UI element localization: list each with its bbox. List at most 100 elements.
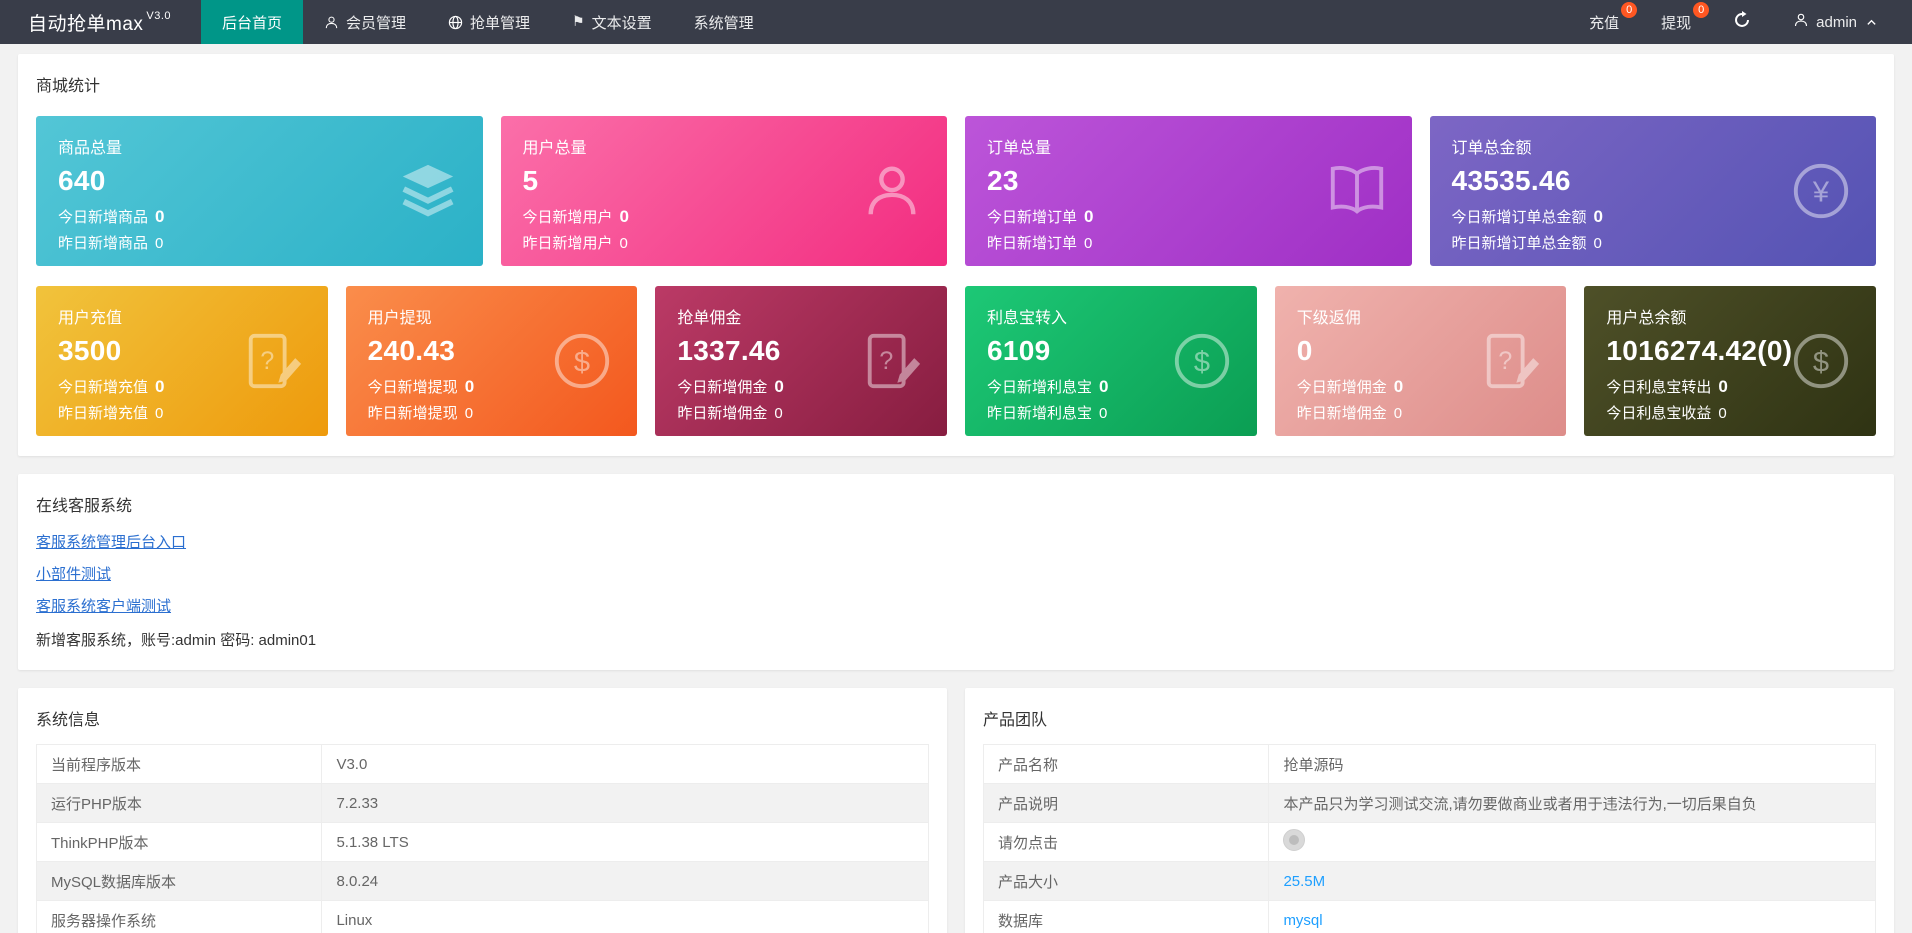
user-avatar-icon — [1793, 12, 1816, 32]
stat-line-label: 昨日新增利息宝 — [987, 405, 1093, 422]
stat-title: 用户总量 — [522, 140, 587, 157]
stat-line-label: 昨日新增佣金 — [1296, 405, 1387, 422]
nav-item-orders[interactable]: 抢单管理 — [427, 0, 551, 44]
row-label: MySQL数据库版本 — [35, 861, 323, 901]
stat-card-user-withdraw: 用户提现 240.43 今日新增提现 0 昨日新增提现 0 — [345, 286, 638, 436]
stat-title: 商品总量 — [58, 140, 123, 157]
form-pen-icon — [861, 330, 923, 392]
recharge-badge: 0 — [1621, 2, 1638, 18]
stat-title: 下级返佣 — [1296, 310, 1361, 327]
row-value: Linux — [321, 900, 929, 933]
service-panel: 在线客服系统 客服系统管理后台入口 小部件测试 客服系统客户端测试 新增客服系统… — [18, 474, 1894, 670]
stat-yesterday-line: 昨日新增订单 0 — [987, 232, 1390, 253]
navbar-right: 充值 0 提现 0 admin — [1568, 0, 1912, 44]
nav-item-home[interactable]: 后台首页 — [201, 0, 304, 44]
nav-item-members[interactable]: 会员管理 — [303, 0, 427, 44]
row-value — [1268, 822, 1876, 862]
stat-yesterday-line: 昨日新增佣金 0 — [1297, 402, 1545, 423]
globe-icon — [448, 15, 463, 30]
nav-label: 后台首页 — [222, 14, 283, 32]
system-info-panel: 系统信息 当前程序版本 V3.0 运行PHP版本 7.2.33 ThinkPHP… — [18, 688, 947, 933]
stats-panel: 商城统计 商品总量 640 今日新增商品 0 昨日新增商品 0 用户总量 5 今日新… — [18, 54, 1894, 456]
stat-line-label: 昨日新增订单总金额 — [1451, 235, 1587, 252]
stat-line-value: 0 — [1718, 377, 1728, 396]
stat-line-label: 昨日新增订单 — [987, 235, 1078, 252]
table-row: 当前程序版本 V3.0 — [35, 744, 929, 784]
recharge-label: 充值 — [1589, 14, 1620, 32]
withdraw-button[interactable]: 提现 0 — [1640, 0, 1712, 44]
row-label: ThinkPHP版本 — [35, 822, 323, 862]
nav-label: 会员管理 — [346, 14, 407, 32]
client-test-link[interactable]: 客服系统客户端测试 — [36, 595, 171, 616]
refresh-button[interactable] — [1712, 0, 1772, 44]
system-info-title: 系统信息 — [36, 712, 101, 729]
product-team-title: 产品团队 — [983, 712, 1048, 729]
stat-title: 用户充值 — [58, 310, 123, 327]
stat-line-value: 0 — [1593, 235, 1602, 252]
row-value: 抢单源码 — [1268, 744, 1876, 784]
stat-yesterday-line: 昨日新增佣金 0 — [677, 402, 925, 423]
username: admin — [1816, 13, 1857, 31]
stat-line-value: 0 — [155, 235, 164, 252]
stat-yesterday-line: 昨日新增提现 0 — [368, 402, 616, 423]
nav-item-text-settings[interactable]: ⚑ 文本设置 — [551, 0, 673, 44]
widget-test-link[interactable]: 小部件测试 — [36, 563, 111, 584]
service-account-note: 新增客服系统，账号:admin 密码: admin01 — [36, 632, 317, 649]
service-admin-link[interactable]: 客服系统管理后台入口 — [36, 531, 186, 552]
stat-line-label: 今日新增订单总金额 — [1451, 209, 1587, 226]
do-not-click-icon[interactable] — [1283, 829, 1306, 851]
main-content: 商城统计 商品总量 640 今日新增商品 0 昨日新增商品 0 用户总量 5 今日新… — [0, 44, 1912, 933]
stat-line-label: 今日利息宝收益 — [1606, 405, 1712, 422]
form-pen-icon — [242, 330, 304, 392]
stat-line-value: 0 — [774, 377, 784, 396]
main-nav: 后台首页 会员管理 抢单管理 ⚑ 文本设置 系统管理 — [201, 0, 775, 44]
nav-label: 系统管理 — [693, 14, 754, 32]
row-value: 8.0.24 — [321, 861, 929, 901]
row-value: 本产品只为学习测试交流,请勿要做商业或者用于违法行为,一切后果自负 — [1268, 783, 1876, 823]
stat-yesterday-line: 今日利息宝收益 0 — [1606, 402, 1854, 423]
stat-line-label: 今日新增充值 — [58, 379, 149, 396]
stat-line-label: 今日新增佣金 — [677, 379, 768, 396]
stat-line-value: 0 — [1593, 207, 1603, 226]
database-link[interactable]: mysql — [1283, 912, 1322, 929]
row-label: 产品大小 — [982, 861, 1270, 901]
stat-line-value: 0 — [774, 405, 783, 422]
stat-yesterday-line: 昨日新增利息宝 0 — [987, 402, 1235, 423]
stat-title: 订单总量 — [987, 140, 1052, 157]
stat-line-label: 昨日新增商品 — [58, 235, 149, 252]
withdraw-label: 提现 — [1661, 14, 1692, 32]
system-info-table: 当前程序版本 V3.0 运行PHP版本 7.2.33 ThinkPHP版本 5.… — [35, 744, 929, 933]
stat-yesterday-line: 昨日新增订单总金额 0 — [1452, 232, 1855, 253]
stat-title: 抢单佣金 — [677, 310, 742, 327]
product-size-link[interactable]: 25.5M — [1283, 873, 1325, 890]
nav-label: 文本设置 — [591, 14, 652, 32]
row-label: 服务器操作系统 — [35, 900, 323, 933]
user-icon — [324, 15, 339, 30]
withdraw-badge: 0 — [1693, 2, 1710, 18]
stat-card-user-balance: 用户总余额 1016274.42(0) 今日利息宝转出 0 今日利息宝收益 0 — [1584, 286, 1877, 436]
yen-circle-icon — [1790, 160, 1852, 222]
stat-line-value: 0 — [155, 377, 165, 396]
stat-card-interest-in: 利息宝转入 6109 今日新增利息宝 0 昨日新增利息宝 0 — [965, 286, 1257, 436]
dollar-circle-icon — [1790, 330, 1852, 392]
stat-line-label: 昨日新增佣金 — [677, 405, 768, 422]
stat-yesterday-line: 昨日新增用户 0 — [523, 232, 926, 253]
chevron-up-icon — [1866, 17, 1877, 28]
user-icon — [861, 160, 923, 222]
stat-line-label: 今日利息宝转出 — [1606, 379, 1712, 396]
recharge-button[interactable]: 充值 0 — [1568, 0, 1640, 44]
stat-line-label: 昨日新增用户 — [522, 235, 613, 252]
book-icon — [1326, 160, 1388, 222]
stat-card-user-total: 用户总量 5 今日新增用户 0 昨日新增用户 0 — [500, 116, 947, 266]
stat-line-label: 今日新增提现 — [367, 379, 458, 396]
table-row: 产品说明 本产品只为学习测试交流,请勿要做商业或者用于违法行为,一切后果自负 — [982, 783, 1876, 823]
user-menu[interactable]: admin — [1772, 0, 1898, 44]
stat-line-label: 今日新增商品 — [58, 209, 149, 226]
dollar-circle-icon — [551, 330, 613, 392]
refresh-icon — [1733, 11, 1751, 33]
stat-line-value: 0 — [464, 405, 474, 422]
stat-card-order-amount: 订单总金额 43535.46 今日新增订单总金额 0 昨日新增订单总金额 0 — [1429, 116, 1876, 266]
nav-item-system[interactable]: 系统管理 — [673, 0, 775, 44]
stat-line-label: 今日新增利息宝 — [987, 379, 1093, 396]
app-logo[interactable]: 自动抢单max V3.0 — [0, 0, 201, 44]
